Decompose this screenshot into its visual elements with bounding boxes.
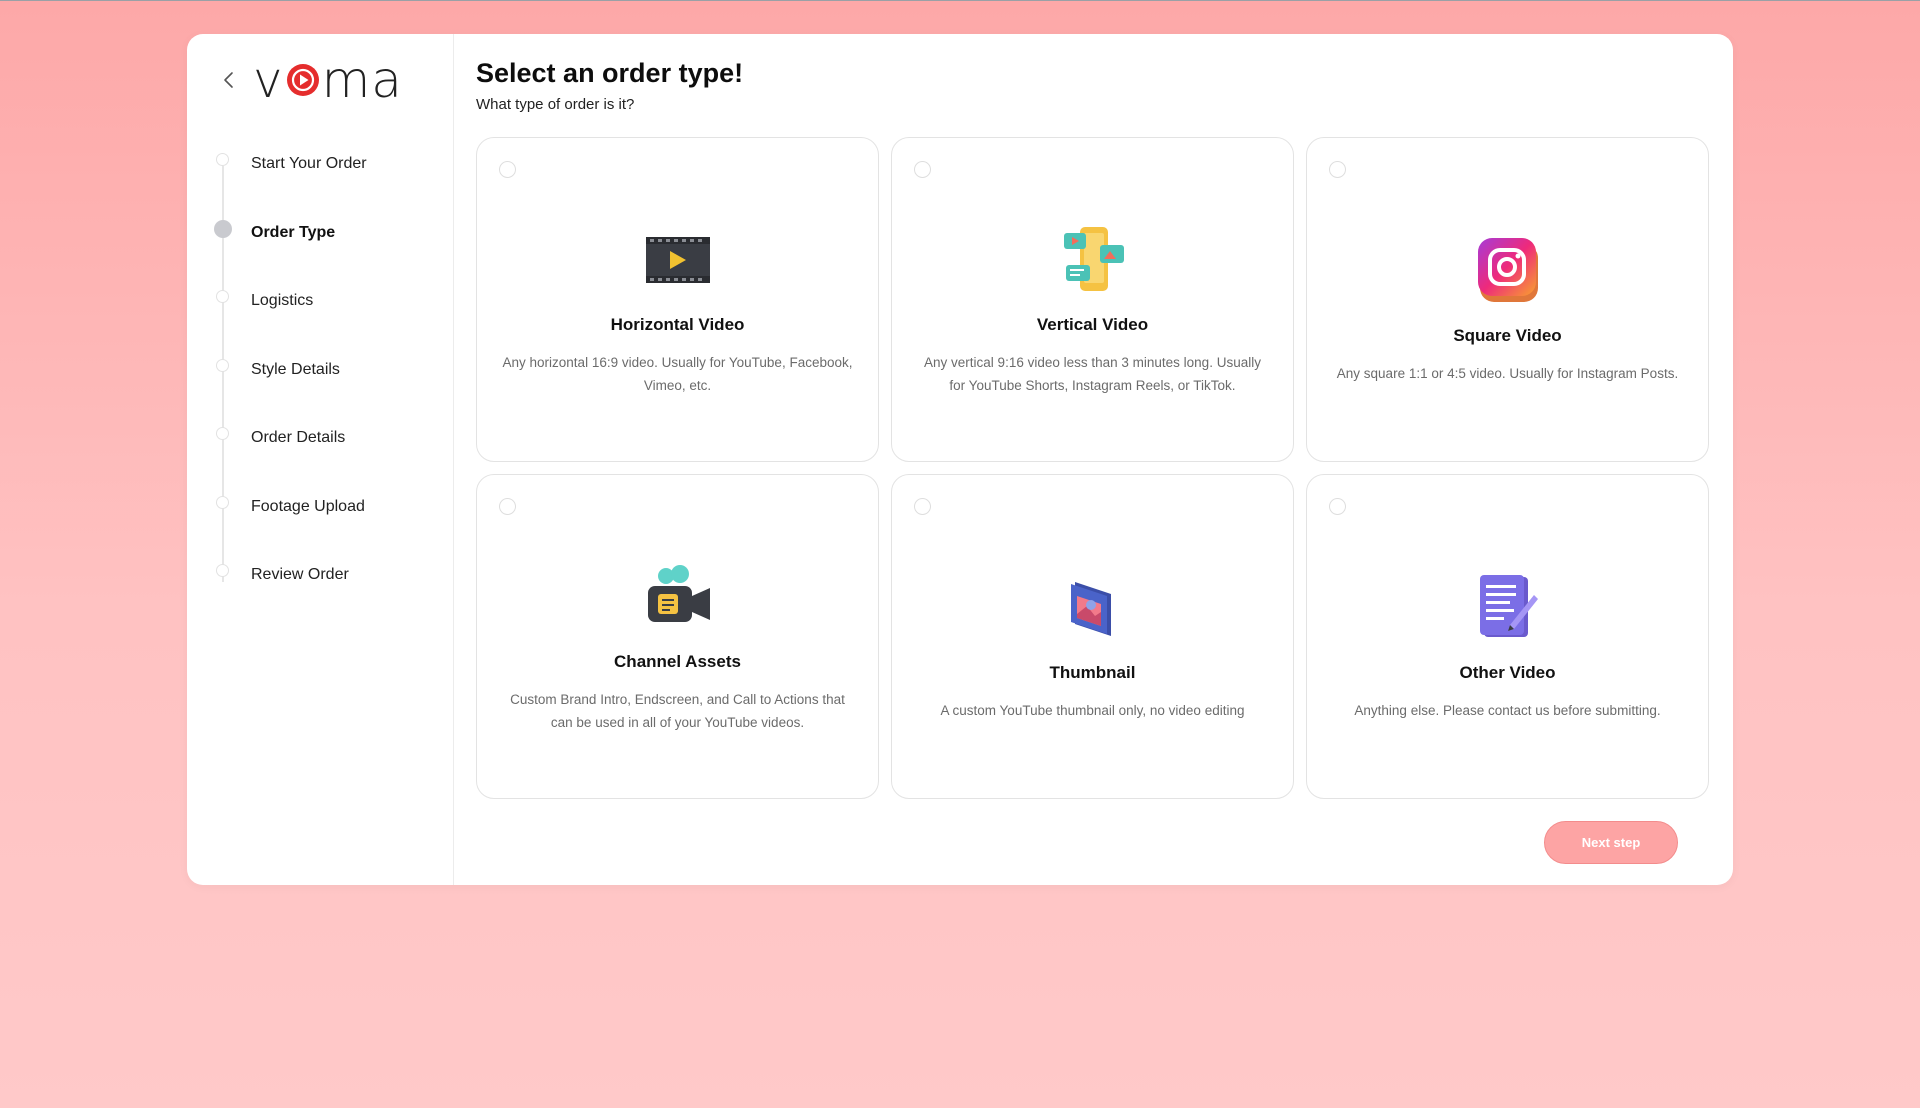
step-label: Logistics [251,292,314,309]
logo-row: v ma [215,50,403,110]
voma-logo: v ma [253,50,403,110]
option-card-vertical-video[interactable]: Vertical Video Any vertical 9:16 video l… [891,137,1294,462]
main-content: Select an order type! What type of order… [454,34,1733,885]
step-label: Order Details [251,429,346,446]
option-card-other-video[interactable]: Other Video Anything else. Please contac… [1306,474,1709,799]
step-indicator [216,153,229,166]
page-subtitle: What type of order is it? [476,96,635,113]
option-card-channel-assets[interactable]: Channel Assets Custom Brand Intro, Endsc… [476,474,879,799]
option-radio[interactable] [1329,161,1346,178]
option-description: Anything else. Please contact us before … [1354,703,1661,718]
option-description: A custom YouTube thumbnail only, no vide… [940,703,1245,718]
step-label: Order Type [251,223,336,241]
option-description: Custom Brand Intro, Endscreen, and Call … [510,691,845,730]
option-title: Horizontal Video [610,314,745,334]
play-logo-icon [285,62,321,98]
option-description: Any vertical 9:16 video less than 3 minu… [924,354,1261,393]
step-indicator [216,564,229,577]
step-indicator [216,290,229,303]
logo-text-left: v [253,51,284,109]
document-pen-icon [1470,569,1546,645]
option-radio[interactable] [914,498,931,515]
sidebar: v ma Start Your Order Order Type Logisti… [187,34,454,885]
instagram-icon [1470,232,1546,308]
option-title: Other Video [1459,663,1556,682]
browser-top-border [0,0,1920,1]
video-camera-icon [640,558,716,634]
image-icon [1055,569,1131,645]
step-label: Style Details [251,360,340,378]
option-title: Channel Assets [614,651,741,671]
logo-text-right: ma [321,51,403,109]
step-indicator [216,495,229,509]
step-label: Start Your Order [251,155,367,172]
option-radio[interactable] [1329,498,1346,515]
step-indicator-active [214,219,232,238]
next-step-button[interactable]: Next step [1544,821,1678,864]
order-type-grid: Horizontal Video Any horizontal 16:9 vid… [476,137,1709,799]
option-title: Thumbnail [1049,663,1136,682]
option-card-horizontal-video[interactable]: Horizontal Video Any horizontal 16:9 vid… [476,137,879,462]
step-label: Footage Upload [251,497,365,515]
back-button[interactable] [215,66,243,94]
option-description: Any square 1:1 or 4:5 video. Usually for… [1336,366,1679,381]
step-indicator [216,358,229,372]
option-radio[interactable] [914,161,931,178]
option-radio[interactable] [499,161,516,178]
option-description: Any horizontal 16:9 video. Usually for Y… [502,354,853,393]
chevron-left-icon [224,72,233,88]
option-card-thumbnail[interactable]: Thumbnail A custom YouTube thumbnail onl… [891,474,1294,799]
page-title: Select an order type! [476,58,744,88]
option-title: Square Video [1453,326,1562,345]
step-indicator [216,427,229,440]
option-title: Vertical Video [1036,314,1149,334]
option-radio[interactable] [499,498,516,515]
order-wizard-window: v ma Start Your Order Order Type Logisti… [187,34,1733,885]
option-card-square-video[interactable]: Square Video Any square 1:1 or 4:5 video… [1306,137,1709,462]
step-label: Review Order [251,566,349,583]
film-strip-icon [640,221,716,297]
phone-icon [1055,221,1131,297]
